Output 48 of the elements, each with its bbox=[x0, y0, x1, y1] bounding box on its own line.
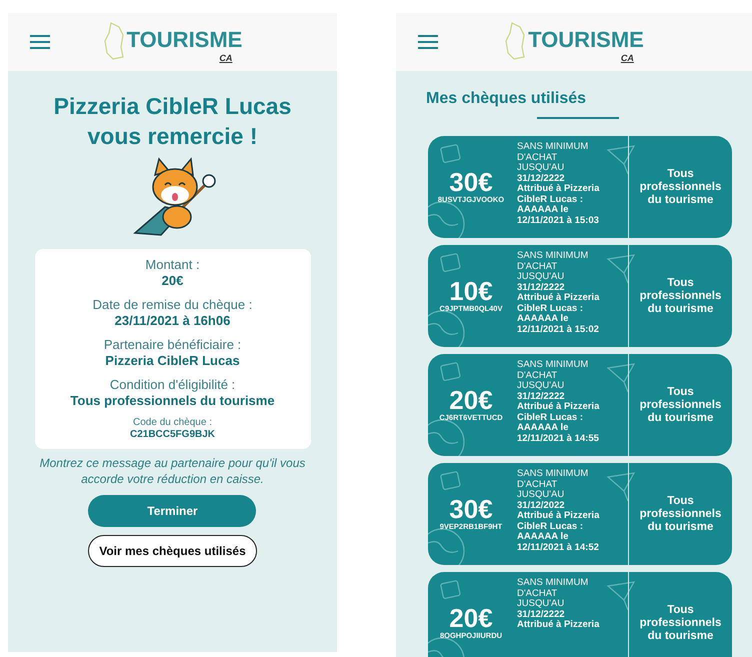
cheque-details: 31/12/2222 Attribué à Pizzeria CibleR Lucas : AAAAAA le 12/11/2021 à 15:03 bbox=[517, 174, 600, 226]
map-outline-icon bbox=[102, 21, 125, 61]
logo-text: TOURISME bbox=[528, 27, 644, 53]
ticket-icon bbox=[440, 362, 462, 382]
field-value: 20€ bbox=[162, 273, 184, 289]
cheque-amount: 10€ bbox=[449, 279, 493, 304]
menu-icon[interactable] bbox=[418, 35, 438, 49]
ticket-icon bbox=[440, 144, 462, 164]
thank-you-title: Pizzeria CibleR Lucas vous remercie ! bbox=[52, 92, 292, 151]
cheque-amount: 30€ bbox=[449, 170, 493, 195]
cheque-details: 31/12/2022 Attribué à Pizzeria CibleR Lucas : AAAAAA le 12/11/2021 à 14:52 bbox=[517, 500, 600, 553]
cheque-amount: 30€ bbox=[449, 497, 493, 522]
field-label: Montant : bbox=[145, 257, 200, 273]
field-value: 23/11/2021 à 16h06 bbox=[114, 313, 230, 329]
ticket-icon bbox=[440, 471, 462, 491]
field-label: Condition d'éligibilité : bbox=[110, 377, 236, 393]
menu-icon[interactable] bbox=[30, 35, 50, 49]
logo-text: TOURISME bbox=[126, 27, 242, 53]
field-value: Tous professionnels du tourisme bbox=[70, 393, 275, 409]
cheque-eligibility: Tous professionnels du tourisme bbox=[638, 494, 722, 534]
logo-subtext: CA bbox=[219, 53, 232, 63]
cheque-eligibility: Tous professionnels du tourisme bbox=[638, 276, 722, 316]
ticket-icon bbox=[440, 580, 462, 600]
cheque-eligibility: Tous professionnels du tourisme bbox=[638, 604, 722, 642]
cheque-condition: SANS MINIMUM D'ACHAT JUSQU'AU bbox=[517, 142, 588, 174]
field-label: Date de remise du chèque : bbox=[92, 297, 252, 313]
page-title: Mes chèques utilisés bbox=[426, 89, 588, 109]
code-value: C21BCC5FG9BJK bbox=[130, 429, 216, 441]
cheque-eligibility: Tous professionnels du tourisme bbox=[638, 168, 722, 206]
cheque-condition: SANS MINIMUM D'ACHAT JUSQU'AU bbox=[517, 578, 588, 610]
finish-button[interactable]: Terminer bbox=[88, 495, 256, 527]
cheque-condition: SANS MINIMUM D'ACHAT JUSQU'AU bbox=[517, 469, 588, 500]
logo-subtext: CA bbox=[620, 53, 634, 63]
cheque-details: 31/12/2222 Attribué à Pizzeria bbox=[517, 610, 600, 630]
cheque-details: 31/12/2222 Attribué à Pizzeria CibleR Lucas : AAAAAA le 12/11/2021 à 15:02 bbox=[517, 282, 600, 335]
field-value: Pizzeria CibleR Lucas bbox=[105, 353, 240, 369]
used-cheques-button[interactable]: Voir mes chèques utilisés bbox=[88, 535, 257, 567]
cheque-eligibility: Tous professionnels du tourisme bbox=[638, 386, 722, 424]
cheque-amount: 20€ bbox=[449, 388, 493, 413]
field-label: Partenaire bénéficiaire : bbox=[104, 337, 242, 353]
cheque-details: 31/12/2222 Attribué à Pizzeria CibleR Lucas : AAAAAA le 12/11/2021 à 14:55 bbox=[517, 392, 600, 444]
cheque-amount: 20€ bbox=[449, 606, 493, 631]
map-outline-icon bbox=[504, 21, 526, 61]
cheque-condition: SANS MINIMUM D'ACHAT JUSQU'AU bbox=[517, 251, 588, 282]
cheque-condition: SANS MINIMUM D'ACHAT JUSQU'AU bbox=[517, 360, 588, 392]
ticket-icon bbox=[440, 253, 462, 273]
instruction-text: Montrez ce message au partenaire pour qu'il vous accorde votre réduction en caisse. bbox=[38, 455, 306, 487]
code-label: Code du chèque : bbox=[133, 417, 212, 429]
